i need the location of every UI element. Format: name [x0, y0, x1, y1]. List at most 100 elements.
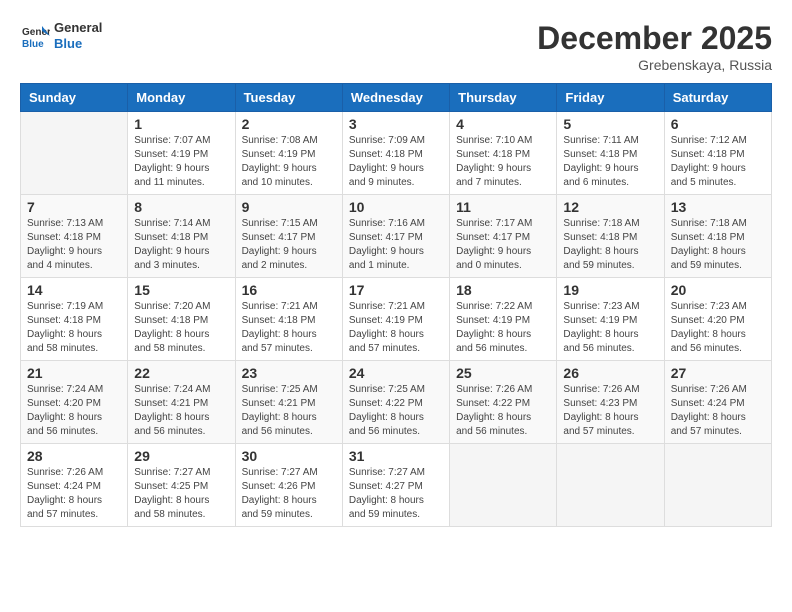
day-number: 27 — [671, 365, 765, 381]
calendar-header: SundayMondayTuesdayWednesdayThursdayFrid… — [21, 84, 772, 112]
day-cell: 21Sunrise: 7:24 AM Sunset: 4:20 PM Dayli… — [21, 361, 128, 444]
day-number: 26 — [563, 365, 657, 381]
day-cell: 17Sunrise: 7:21 AM Sunset: 4:19 PM Dayli… — [342, 278, 449, 361]
day-number: 19 — [563, 282, 657, 298]
calendar-body: 1 Sunrise: 7:07 AM Sunset: 4:19 PM Daylig… — [21, 112, 772, 527]
day-cell: 24 Sunrise: 7:25 AM Sunset: 4:22 PM Dayli… — [342, 361, 449, 444]
day-info: Sunrise: 7:26 AM Sunset: 4:23 PM Dayligh… — [563, 383, 657, 439]
day-cell: 5 Sunrise: 7:11 AM Sunset: 4:18 PM Daylig… — [557, 112, 664, 195]
day-cell: 27 Sunrise: 7:26 AM Sunset: 4:24 PM Dayli… — [664, 361, 771, 444]
day-info: Sunrise: 7:12 AM Sunset: 4:18 PM Dayligh… — [671, 134, 765, 190]
day-info: Sunrise: 7:15 AM Sunset: 4:17 PM Dayligh… — [242, 217, 336, 273]
day-cell: 19 Sunrise: 7:23 AM Sunset: 4:19 PM Dayli… — [557, 278, 664, 361]
day-info: Sunrise: 7:25 AM Sunset: 4:21 PM Dayligh… — [242, 383, 336, 439]
day-info: Sunrise: 7:27 AM Sunset: 4:27 PM Dayligh… — [349, 466, 443, 522]
day-number: 1 — [134, 116, 228, 132]
day-info: Sunrise: 7:18 AM Sunset: 4:18 PM Dayligh… — [671, 217, 765, 273]
day-info: Sunrise: 7:22 AM Sunset: 4:19 PM Dayligh… — [456, 300, 550, 356]
day-cell: 11 Sunrise: 7:17 AM Sunset: 4:17 PM Dayli… — [450, 195, 557, 278]
day-number: 22 — [134, 365, 228, 381]
day-number: 28 — [27, 448, 121, 464]
header-cell-thursday: Thursday — [450, 84, 557, 112]
day-cell: 26 Sunrise: 7:26 AM Sunset: 4:23 PM Dayli… — [557, 361, 664, 444]
day-number: 13 — [671, 199, 765, 215]
logo-blue: Blue — [54, 36, 102, 52]
day-info: Sunrise: 7:24 AM Sunset: 4:21 PM Dayligh… — [134, 383, 228, 439]
week-row-5: 28 Sunrise: 7:26 AM Sunset: 4:24 PM Dayli… — [21, 444, 772, 527]
day-info: Sunrise: 7:21 AM Sunset: 4:18 PM Dayligh… — [242, 300, 336, 356]
day-info: Sunrise: 7:18 AM Sunset: 4:18 PM Dayligh… — [563, 217, 657, 273]
header-cell-friday: Friday — [557, 84, 664, 112]
day-cell: 13 Sunrise: 7:18 AM Sunset: 4:18 PM Dayli… — [664, 195, 771, 278]
header: General Blue General Blue December 2025 … — [20, 20, 772, 73]
day-number: 23 — [242, 365, 336, 381]
day-number: 5 — [563, 116, 657, 132]
day-info: Sunrise: 7:27 AM Sunset: 4:25 PM Dayligh… — [134, 466, 228, 522]
day-info: Sunrise: 7:19 AM Sunset: 4:18 PM Dayligh… — [27, 300, 121, 356]
day-number: 20 — [671, 282, 765, 298]
day-cell: 22 Sunrise: 7:24 AM Sunset: 4:21 PM Dayli… — [128, 361, 235, 444]
title-area: December 2025 Grebenskaya, Russia — [537, 20, 772, 73]
day-cell — [450, 444, 557, 527]
day-cell: 31 Sunrise: 7:27 AM Sunset: 4:27 PM Dayli… — [342, 444, 449, 527]
week-row-2: 7Sunrise: 7:13 AM Sunset: 4:18 PM Daylig… — [21, 195, 772, 278]
day-info: Sunrise: 7:27 AM Sunset: 4:26 PM Dayligh… — [242, 466, 336, 522]
day-info: Sunrise: 7:26 AM Sunset: 4:22 PM Dayligh… — [456, 383, 550, 439]
subtitle: Grebenskaya, Russia — [537, 57, 772, 73]
header-cell-monday: Monday — [128, 84, 235, 112]
day-info: Sunrise: 7:23 AM Sunset: 4:19 PM Dayligh… — [563, 300, 657, 356]
day-info: Sunrise: 7:09 AM Sunset: 4:18 PM Dayligh… — [349, 134, 443, 190]
month-title: December 2025 — [537, 20, 772, 57]
logo-general: General — [54, 20, 102, 36]
day-cell: 12 Sunrise: 7:18 AM Sunset: 4:18 PM Dayli… — [557, 195, 664, 278]
day-info: Sunrise: 7:17 AM Sunset: 4:17 PM Dayligh… — [456, 217, 550, 273]
day-info: Sunrise: 7:14 AM Sunset: 4:18 PM Dayligh… — [134, 217, 228, 273]
day-cell: 23 Sunrise: 7:25 AM Sunset: 4:21 PM Dayli… — [235, 361, 342, 444]
day-cell: 4Sunrise: 7:10 AM Sunset: 4:18 PM Daylig… — [450, 112, 557, 195]
day-info: Sunrise: 7:21 AM Sunset: 4:19 PM Dayligh… — [349, 300, 443, 356]
svg-text:Blue: Blue — [22, 39, 44, 50]
day-cell: 2Sunrise: 7:08 AM Sunset: 4:19 PM Daylig… — [235, 112, 342, 195]
day-number: 8 — [134, 199, 228, 215]
day-number: 7 — [27, 199, 121, 215]
day-number: 30 — [242, 448, 336, 464]
day-number: 31 — [349, 448, 443, 464]
day-info: Sunrise: 7:07 AM Sunset: 4:19 PM Dayligh… — [134, 134, 228, 190]
day-cell: 8 Sunrise: 7:14 AM Sunset: 4:18 PM Daylig… — [128, 195, 235, 278]
day-info: Sunrise: 7:20 AM Sunset: 4:18 PM Dayligh… — [134, 300, 228, 356]
header-cell-saturday: Saturday — [664, 84, 771, 112]
day-cell: 29Sunrise: 7:27 AM Sunset: 4:25 PM Dayli… — [128, 444, 235, 527]
day-cell: 3Sunrise: 7:09 AM Sunset: 4:18 PM Daylig… — [342, 112, 449, 195]
calendar: SundayMondayTuesdayWednesdayThursdayFrid… — [20, 83, 772, 527]
day-number: 14 — [27, 282, 121, 298]
day-number: 24 — [349, 365, 443, 381]
day-cell: 10Sunrise: 7:16 AM Sunset: 4:17 PM Dayli… — [342, 195, 449, 278]
day-number: 9 — [242, 199, 336, 215]
day-number: 11 — [456, 199, 550, 215]
day-cell: 30 Sunrise: 7:27 AM Sunset: 4:26 PM Dayli… — [235, 444, 342, 527]
logo-icon: General Blue — [20, 21, 50, 51]
day-cell — [21, 112, 128, 195]
day-info: Sunrise: 7:24 AM Sunset: 4:20 PM Dayligh… — [27, 383, 121, 439]
day-number: 15 — [134, 282, 228, 298]
day-info: Sunrise: 7:26 AM Sunset: 4:24 PM Dayligh… — [671, 383, 765, 439]
day-cell: 16 Sunrise: 7:21 AM Sunset: 4:18 PM Dayli… — [235, 278, 342, 361]
day-info: Sunrise: 7:25 AM Sunset: 4:22 PM Dayligh… — [349, 383, 443, 439]
day-number: 18 — [456, 282, 550, 298]
day-number: 16 — [242, 282, 336, 298]
logo: General Blue General Blue — [20, 20, 102, 51]
day-cell — [664, 444, 771, 527]
day-number: 25 — [456, 365, 550, 381]
day-cell: 7Sunrise: 7:13 AM Sunset: 4:18 PM Daylig… — [21, 195, 128, 278]
day-info: Sunrise: 7:26 AM Sunset: 4:24 PM Dayligh… — [27, 466, 121, 522]
day-cell: 15 Sunrise: 7:20 AM Sunset: 4:18 PM Dayli… — [128, 278, 235, 361]
day-number: 12 — [563, 199, 657, 215]
day-cell: 28 Sunrise: 7:26 AM Sunset: 4:24 PM Dayli… — [21, 444, 128, 527]
day-number: 4 — [456, 116, 550, 132]
week-row-3: 14 Sunrise: 7:19 AM Sunset: 4:18 PM Dayli… — [21, 278, 772, 361]
day-cell: 9 Sunrise: 7:15 AM Sunset: 4:17 PM Daylig… — [235, 195, 342, 278]
day-cell: 1 Sunrise: 7:07 AM Sunset: 4:19 PM Daylig… — [128, 112, 235, 195]
day-info: Sunrise: 7:11 AM Sunset: 4:18 PM Dayligh… — [563, 134, 657, 190]
day-number: 2 — [242, 116, 336, 132]
header-cell-sunday: Sunday — [21, 84, 128, 112]
